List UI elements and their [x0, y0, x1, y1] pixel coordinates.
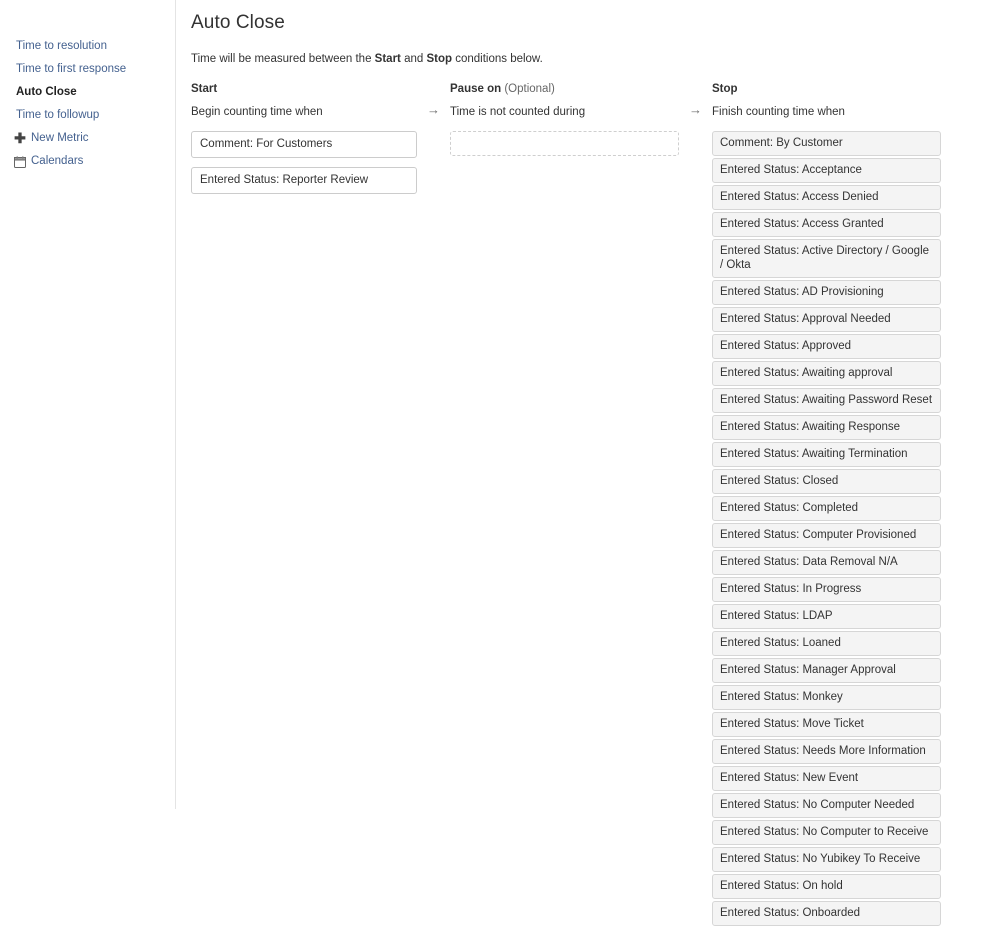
stop-condition-item[interactable]: Entered Status: Closed: [712, 469, 941, 494]
stop-condition-item[interactable]: Entered Status: Awaiting Password Reset: [712, 388, 941, 413]
stop-condition-item[interactable]: Comment: By Customer: [712, 131, 941, 156]
stop-condition-item[interactable]: Entered Status: Data Removal N/A: [712, 550, 941, 575]
stop-condition-item[interactable]: Entered Status: In Progress: [712, 577, 941, 602]
stop-condition-item[interactable]: Entered Status: Onboarded: [712, 901, 941, 926]
arrow-right-icon-1: →: [427, 102, 440, 117]
stop-condition-item[interactable]: Entered Status: No Computer to Receive: [712, 820, 941, 845]
sidebar-item-label[interactable]: Calendars: [31, 150, 83, 173]
stop-condition-item[interactable]: Entered Status: Completed: [712, 496, 941, 521]
intro-suffix: conditions below.: [452, 53, 543, 65]
start-column-title: Start: [191, 83, 218, 95]
stop-condition-item[interactable]: Entered Status: Awaiting Termination: [712, 442, 941, 467]
pause-column-title: Pause on (Optional): [450, 83, 679, 99]
intro-stop-keyword: Stop: [426, 53, 453, 65]
intro-prefix: Time will be measured between the: [191, 53, 375, 65]
main-content: Auto Close Time will be measured between…: [176, 0, 999, 926]
stop-column: Stop Finish counting time when Comment: …: [712, 83, 941, 928]
stop-condition-item[interactable]: Entered Status: Access Denied: [712, 185, 941, 210]
sidebar-item-time-to-followup[interactable]: Time to followup: [0, 104, 175, 127]
stop-condition-item[interactable]: Entered Status: Awaiting approval: [712, 361, 941, 386]
sidebar-item-label[interactable]: Time to first response: [16, 63, 126, 75]
stop-condition-item[interactable]: Entered Status: No Yubikey To Receive: [712, 847, 941, 872]
start-condition-chip[interactable]: Entered Status: Reporter Review: [191, 167, 417, 194]
stop-dropzone[interactable]: Comment: By Customer Entered Status: Acce…: [712, 131, 941, 926]
sidebar-item-label[interactable]: New Metric: [31, 127, 89, 150]
sidebar-item-calendars[interactable]: Calendars: [0, 150, 175, 173]
stop-condition-item[interactable]: Entered Status: Monkey: [712, 685, 941, 710]
sidebar-item-time-to-first-response[interactable]: Time to first response: [0, 58, 175, 81]
intro-start-keyword: Start: [374, 53, 401, 65]
pause-column-optional-label: (Optional): [504, 83, 555, 95]
stop-condition-item[interactable]: Entered Status: Loaned: [712, 631, 941, 656]
stop-condition-item[interactable]: Entered Status: Active Directory / Googl…: [712, 239, 941, 278]
sidebar: Time to resolution Time to first response…: [0, 0, 176, 809]
sidebar-item-label[interactable]: Time to resolution: [16, 40, 107, 52]
arrow-right-icon-2: →: [689, 102, 702, 117]
stop-condition-item[interactable]: Entered Status: Acceptance: [712, 158, 941, 183]
start-condition-chip[interactable]: Comment: For Customers: [191, 131, 417, 158]
pause-empty-placeholder[interactable]: [450, 131, 679, 156]
stop-condition-item[interactable]: Entered Status: Needs More Information: [712, 739, 941, 764]
start-dropzone[interactable]: Comment: For Customers Entered Status: Re…: [191, 131, 417, 194]
conditions-columns: Start Begin counting time when Comment: …: [191, 83, 971, 928]
pause-column-subtitle: Time is not counted during: [450, 106, 586, 118]
pause-dropzone[interactable]: [450, 131, 679, 156]
pause-column-title-label: Pause on: [450, 83, 502, 95]
stop-condition-item[interactable]: Entered Status: Approval Needed: [712, 307, 941, 332]
stop-condition-item[interactable]: Entered Status: Computer Provisioned: [712, 523, 941, 548]
stop-condition-item[interactable]: Entered Status: Manager Approval: [712, 658, 941, 683]
stop-column-title: Stop: [712, 83, 738, 95]
start-column: Start Begin counting time when Comment: …: [191, 83, 417, 203]
stop-condition-item[interactable]: Entered Status: Move Ticket: [712, 712, 941, 737]
stop-condition-item[interactable]: Entered Status: No Computer Needed: [712, 793, 941, 818]
calendar-icon: [14, 156, 26, 168]
stop-condition-item[interactable]: Entered Status: LDAP: [712, 604, 941, 629]
intro-text: Time will be measured between the Start …: [191, 53, 971, 65]
stop-condition-item[interactable]: Entered Status: New Event: [712, 766, 941, 791]
sidebar-item-auto-close[interactable]: Auto Close: [0, 81, 175, 104]
stop-condition-item[interactable]: Entered Status: Approved: [712, 334, 941, 359]
plus-icon: ✚: [14, 129, 26, 146]
sidebar-item-label[interactable]: Time to followup: [16, 109, 99, 121]
stop-condition-item[interactable]: Entered Status: On hold: [712, 874, 941, 899]
sidebar-nav-list: Time to resolution Time to first response…: [0, 35, 175, 173]
stop-condition-item[interactable]: Entered Status: Access Granted: [712, 212, 941, 237]
start-column-subtitle: Begin counting time when: [191, 106, 323, 118]
intro-middle: and: [400, 53, 427, 65]
sidebar-item-time-to-resolution[interactable]: Time to resolution: [0, 35, 175, 58]
page-title: Auto Close: [191, 12, 285, 33]
sidebar-item-label[interactable]: Auto Close: [16, 86, 77, 98]
stop-condition-item[interactable]: Entered Status: AD Provisioning: [712, 280, 941, 305]
pause-column: Pause on (Optional) Time is not counted …: [450, 83, 679, 156]
stop-column-subtitle: Finish counting time when: [712, 106, 845, 118]
stop-condition-item[interactable]: Entered Status: Awaiting Response: [712, 415, 941, 440]
sidebar-item-new-metric[interactable]: ✚ New Metric: [0, 127, 175, 150]
app-root: Time to resolution Time to first response…: [0, 0, 999, 926]
